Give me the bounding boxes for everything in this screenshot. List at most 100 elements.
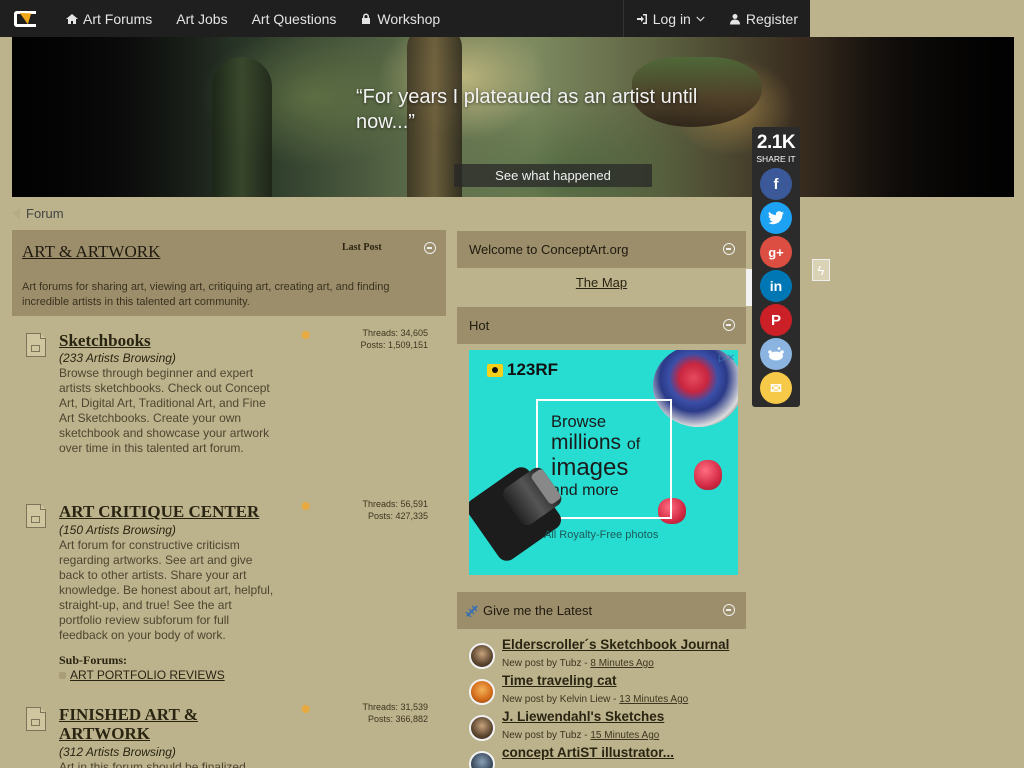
nav-art-forums[interactable]: Art Forums [54,0,164,37]
latest-posts-list: Elderscroller´s Sketchbook Journal New p… [457,629,746,768]
forum-item-title[interactable]: ART CRITIQUE CENTER [59,502,289,521]
login-label: Log in [652,10,691,27]
linkedin-share-button[interactable]: in [760,270,792,302]
new-posts-icon[interactable]: ✺ [301,500,316,513]
forum-document-icon [26,504,46,528]
breadcrumb-forum[interactable]: Forum [26,206,64,221]
new-posts-icon[interactable]: ✺ [301,329,316,342]
forum-document-icon [26,333,46,357]
chevron-down-icon [696,16,705,22]
reddit-share-button[interactable] [760,338,792,370]
share-label: SHARE IT [756,154,796,164]
pinterest-icon: P [770,311,781,329]
hot-panel-title: Hot [469,318,490,333]
nav-workshop[interactable]: Workshop [348,0,452,37]
hot-panel-header: Hot [457,307,746,344]
latest-post-title[interactable]: J. Liewendahl's Sketches [502,709,664,724]
forum-item-posts: Posts: 1,509,151 [360,339,428,350]
satellite-icon [465,604,478,617]
ad-close-icon[interactable]: ▷✕ [719,353,735,364]
latest-post-time[interactable]: 8 Minutes Ago [590,658,653,669]
latest-post-time[interactable]: 15 Minutes Ago [590,730,659,741]
google-plus-icon: g+ [768,244,784,260]
subforum-link-label: ART PORTFOLIO REVIEWS [70,668,225,682]
forum-item-description: Art in this forum should be finalized [59,760,246,768]
forum-item-stats: Threads: 34,605 Posts: 1,509,151 [360,328,428,351]
forum-category-title[interactable]: ART & ARTWORK [22,242,160,262]
site-logo[interactable] [14,7,40,29]
login-button[interactable]: Log in [624,0,717,37]
forum-item-browsing: (312 Artists Browsing) [59,745,176,759]
top-navbar: Art Forums Art Jobs Art Questions Worksh… [0,0,810,37]
reddit-icon [768,347,784,361]
linkedin-icon: in [769,278,783,294]
avatar[interactable] [469,715,495,741]
latest-post-author: New post by Kelvin Liew - [502,694,620,705]
pinterest-share-button[interactable]: P [760,304,792,336]
welcome-panel-body: The Map [457,269,746,306]
collapse-icon[interactable] [424,242,436,254]
register-button[interactable]: Register [717,0,810,37]
ad-of-word: of [626,436,641,453]
forum-item-description: Browse through beginner and expert artis… [59,366,270,455]
ad-millions-word: millions [551,431,622,454]
latest-post-title[interactable]: Time traveling cat [502,673,617,688]
ad-brand-logo: 123RF [487,360,558,380]
last-post-column-label: Last Post [342,242,382,253]
twitter-icon [768,211,784,225]
nav-workshop-label: Workshop [377,10,441,27]
ad-headline-browse: Browse [551,413,607,431]
email-share-button[interactable]: ✉ [760,372,792,404]
ad-headline-millions: millions of [551,430,640,457]
lock-icon [362,13,371,24]
subforum-link[interactable]: ART PORTFOLIO REVIEWS [59,668,225,682]
raspberry-image [694,460,722,490]
collapse-icon[interactable] [723,319,735,331]
latest-post-meta: New post by Tubz - 15 Minutes Ago [502,730,659,741]
forum-item-threads: Threads: 56,591 [362,499,428,509]
latest-panel-title: Give me the Latest [483,603,593,618]
forum-document-icon [26,707,46,731]
latest-post-title[interactable]: Elderscroller´s Sketchbook Journal [502,637,729,652]
avatar[interactable] [469,751,495,768]
scrollbar-thumb[interactable] [746,269,752,306]
google-plus-share-button[interactable]: g+ [760,236,792,268]
forum-item-stats: Threads: 56,591 Posts: 427,335 [362,499,428,522]
see-what-happened-button[interactable]: See what happened [454,164,652,187]
facebook-share-button[interactable]: f [760,168,792,200]
latest-panel-header: Give me the Latest [457,592,746,629]
forum-item-title[interactable]: FINISHED ART & ARTWORK [59,705,229,743]
avatar[interactable] [469,643,495,669]
ad-footer: All Royalty-Free photos [544,529,659,541]
share-count: 2.1K [756,132,796,153]
latest-post-title[interactable]: concept ArtiST illustrator... [502,745,674,760]
nav-art-forums-label: Art Forums [83,10,153,27]
advertisement[interactable]: 123RF ▷✕ Browse millions of images and m… [469,350,738,575]
the-map-link[interactable]: The Map [457,275,746,290]
forum-item-posts: Posts: 366,882 [367,713,428,724]
share-bar: 2.1K SHARE IT f g+ in P ✉ [752,127,800,407]
avatar[interactable] [469,679,495,705]
promo-banner[interactable]: “For years I plateaued as an artist unti… [12,37,1014,197]
forum-item-posts: Posts: 427,335 [367,510,428,521]
nav-art-questions-label: Art Questions [251,10,337,27]
collapse-icon[interactable] [723,243,735,255]
forum-item-title[interactable]: Sketchbooks [59,331,249,350]
lightning-icon[interactable]: ϟ [812,259,830,281]
latest-post-meta: New post by Tubz - 8 Minutes Ago [502,658,654,669]
welcome-panel-header: Welcome to ConceptArt.org [457,231,746,268]
latest-post-time[interactable]: 13 Minutes Ago [619,694,688,705]
nav-art-jobs-label: Art Jobs [176,10,228,27]
breadcrumb: Forum [12,206,64,221]
new-posts-icon[interactable]: ✺ [301,703,316,716]
nav-art-questions[interactable]: Art Questions [240,0,349,37]
facebook-icon: f [773,175,779,193]
forum-item-threads: Threads: 31,539 [362,702,428,712]
nav-art-jobs[interactable]: Art Jobs [164,0,239,37]
user-icon [729,13,740,24]
subforum-bullet-icon [59,671,66,679]
latest-post-author: New post by Tubz - [502,730,591,741]
forum-item-threads: Threads: 34,605 [362,328,428,338]
collapse-icon[interactable] [723,604,735,616]
twitter-share-button[interactable] [760,202,792,234]
